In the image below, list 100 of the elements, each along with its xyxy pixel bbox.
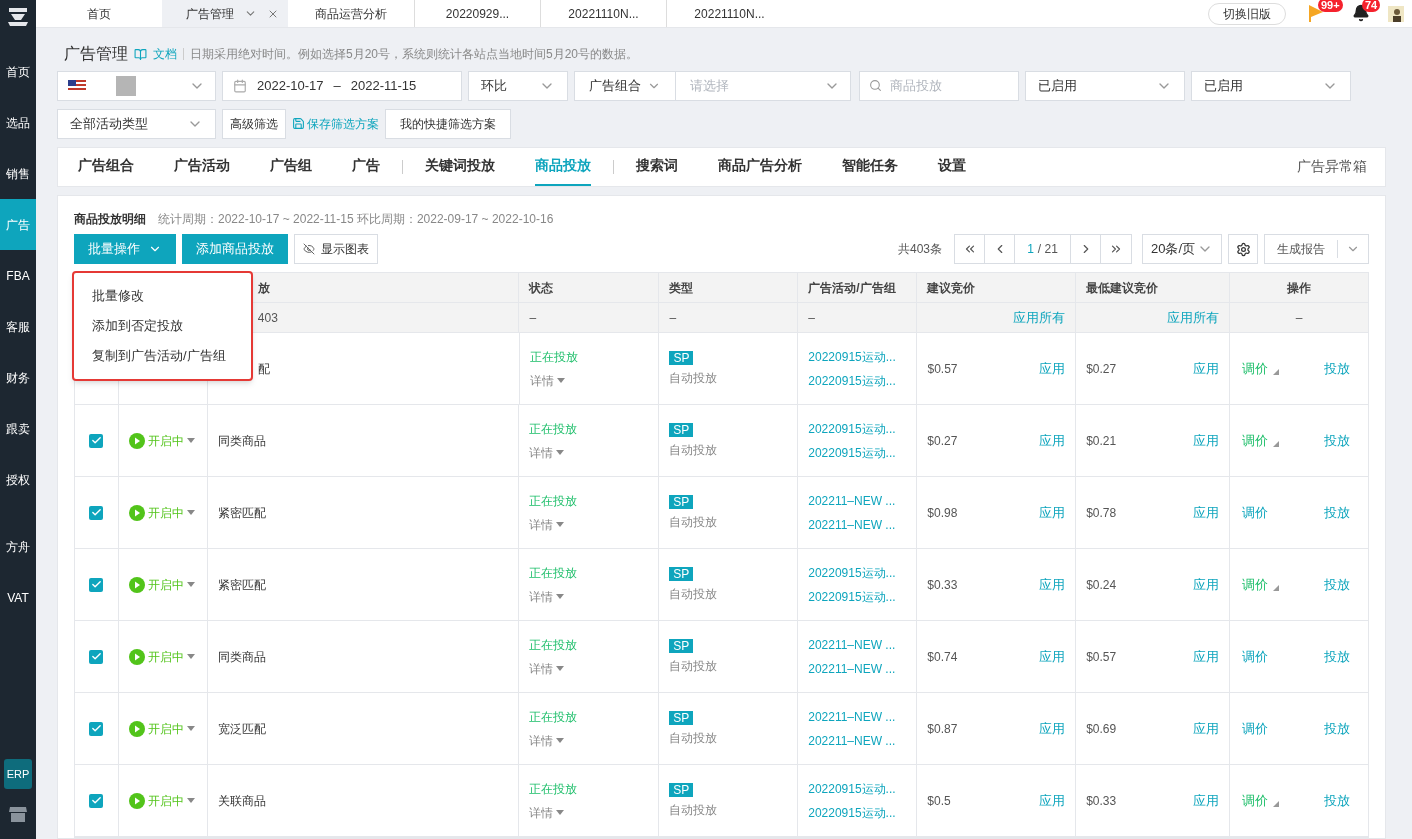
campaign-link[interactable]: 20220915运动... (808, 443, 907, 462)
row-checkbox[interactable] (89, 793, 104, 808)
page-tab[interactable]: 广告管理 (162, 0, 288, 27)
nav-tab[interactable]: 智能任务 (842, 147, 898, 186)
row-checkbox[interactable] (89, 577, 104, 592)
details-dropdown[interactable]: 详情 (529, 371, 649, 390)
sidebar-item[interactable]: 销售 (0, 148, 36, 199)
apply-link[interactable]: 应用 (1192, 430, 1219, 451)
row-checkbox[interactable] (89, 721, 104, 736)
nav-tab[interactable]: 商品投放 (535, 147, 591, 186)
campaign-link[interactable]: 20220915运动... (808, 779, 907, 798)
anomaly-box-link[interactable]: 广告异常箱 (1297, 156, 1367, 178)
date-range-field[interactable]: 2022-10-17 – 2022-11-15 (222, 70, 462, 101)
page-tab[interactable]: 20221110N... (666, 0, 792, 27)
doc-link[interactable]: 文档 (153, 45, 177, 64)
add-target-button[interactable]: 添加商品投放 (182, 234, 288, 264)
sidebar-item[interactable]: 客服 (0, 301, 36, 352)
state-toggle[interactable]: 开启中 (128, 503, 195, 522)
menu-item[interactable]: 批量修改 (74, 281, 251, 311)
launch-link[interactable]: 投放 (1324, 646, 1350, 667)
adjust-price-link[interactable]: 调价 (1241, 718, 1268, 739)
nav-tab[interactable]: 广告活动 (174, 147, 230, 186)
sidebar-item[interactable]: 广告 (0, 199, 36, 250)
save-scheme-link[interactable]: 保存筛选方案 (307, 114, 379, 133)
state-toggle[interactable]: 开启中 (128, 431, 195, 450)
launch-link[interactable]: 投放 (1323, 358, 1350, 379)
nav-tab[interactable]: 广告组合 (78, 147, 134, 186)
apply-link[interactable]: 应用 (1039, 430, 1066, 451)
sidebar-item[interactable]: 选品 (0, 97, 36, 148)
launch-link[interactable]: 投放 (1324, 718, 1350, 739)
apply-link[interactable]: 应用 (1192, 646, 1219, 667)
campaign-link[interactable]: 202211–NEW ... (808, 635, 907, 654)
page-tab[interactable]: 20220929... (414, 0, 540, 27)
details-dropdown[interactable]: 详情 (529, 443, 649, 462)
apply-link[interactable]: 应用 (1039, 502, 1066, 523)
nav-tab[interactable]: 设置 (938, 147, 966, 186)
adjust-price-link[interactable]: 调价 (1241, 574, 1268, 595)
details-dropdown[interactable]: 详情 (529, 587, 649, 606)
menu-item[interactable]: 添加到否定投放 (74, 311, 251, 341)
campaign-link[interactable]: 20220915运动... (808, 587, 907, 606)
details-dropdown[interactable]: 详情 (529, 803, 649, 822)
campaign-link[interactable]: 20220915运动... (808, 347, 907, 366)
apply-link[interactable]: 应用 (1039, 718, 1066, 739)
apply-link[interactable]: 应用 (1039, 790, 1066, 811)
campaign-link[interactable]: 202211–NEW ... (808, 707, 907, 726)
details-dropdown[interactable]: 详情 (529, 515, 649, 534)
state-toggle[interactable]: 开启中 (128, 647, 195, 666)
nav-tab[interactable]: 商品广告分析 (718, 147, 802, 186)
page-tab[interactable]: 首页 (36, 0, 162, 27)
row-checkbox[interactable] (89, 505, 104, 520)
nav-tab[interactable]: 关键词投放 (425, 147, 495, 186)
campaign-link[interactable]: 20220915运动... (808, 419, 907, 438)
apply-link[interactable]: 应用 (1192, 574, 1219, 595)
apply-link[interactable]: 应用 (1192, 790, 1219, 811)
my-schemes-button[interactable]: 我的快捷筛选方案 (385, 108, 511, 139)
status-select[interactable]: 已启用 (1191, 70, 1351, 101)
adjust-price-link[interactable]: 调价 (1241, 646, 1268, 667)
show-chart-button[interactable]: 显示图表 (294, 234, 378, 264)
apply-link[interactable]: 应用 (1192, 502, 1219, 523)
campaign-link[interactable]: 20220915运动... (808, 563, 907, 582)
sidebar-item[interactable]: 跟卖 (0, 403, 36, 454)
sidebar-item[interactable]: VAT (0, 572, 36, 623)
status-select[interactable]: 已启用 (1025, 70, 1185, 101)
nav-tab[interactable]: 广告 (352, 147, 380, 186)
sidebar-item[interactable]: 首页 (0, 46, 36, 97)
generate-report-button[interactable]: 生成报告 (1264, 234, 1369, 264)
state-toggle[interactable]: 开启中 (128, 719, 195, 738)
store-icon[interactable] (8, 805, 28, 823)
adjust-price-link[interactable]: 调价 (1241, 430, 1268, 451)
campaign-link[interactable]: 202211–NEW ... (808, 731, 907, 750)
apply-link[interactable]: 应用 (1192, 358, 1219, 379)
launch-link[interactable]: 投放 (1324, 790, 1350, 811)
launch-link[interactable]: 投放 (1324, 574, 1350, 595)
campaign-link[interactable]: 20220915运动... (808, 371, 907, 390)
sidebar-item[interactable]: 方舟 (0, 521, 36, 572)
row-checkbox[interactable] (89, 649, 104, 664)
store-select[interactable] (57, 70, 216, 101)
details-dropdown[interactable]: 详情 (529, 659, 649, 678)
apply-all-link[interactable]: 应用所有 (1013, 307, 1066, 328)
campaign-link[interactable]: 202211–NEW ... (808, 515, 907, 534)
current-page[interactable]: 1 (1027, 240, 1034, 258)
settings-button[interactable] (1228, 234, 1258, 264)
portfolio-filter[interactable]: 广告组合 请选择 (574, 70, 851, 101)
adjust-price-link[interactable]: 调价 (1241, 502, 1268, 523)
compare-select[interactable]: 环比 (468, 70, 568, 101)
sidebar-item[interactable]: 授权 (0, 454, 36, 505)
state-toggle[interactable]: 开启中 (128, 575, 195, 594)
apply-link[interactable]: 应用 (1039, 358, 1066, 379)
details-dropdown[interactable]: 详情 (529, 731, 649, 750)
page-tab[interactable]: 商品运营分析 (288, 0, 414, 27)
apply-link[interactable]: 应用 (1039, 646, 1066, 667)
launch-link[interactable]: 投放 (1324, 502, 1350, 523)
page-tab[interactable]: 20221110N... (540, 0, 666, 27)
campaign-link[interactable]: 202211–NEW ... (808, 491, 907, 510)
search-field[interactable]: 商品投放 (859, 70, 1019, 101)
page-size-select[interactable]: 20条/页 (1142, 234, 1222, 264)
row-checkbox[interactable] (89, 433, 104, 448)
adjust-price-link[interactable]: 调价 (1241, 790, 1268, 811)
erp-badge[interactable]: ERP (3, 758, 33, 789)
launch-link[interactable]: 投放 (1324, 430, 1350, 451)
